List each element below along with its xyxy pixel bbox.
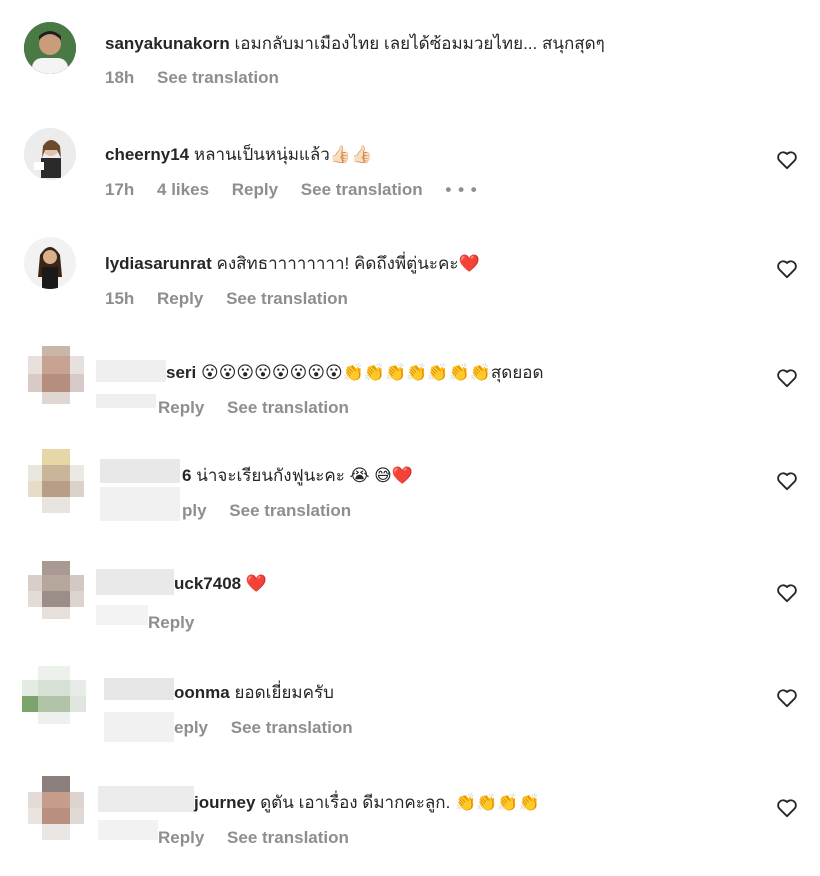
comment-time[interactable]: 17h [105,180,134,199]
comment-username[interactable]: seri [166,363,196,382]
heart-outline-icon[interactable] [776,798,798,818]
avatar[interactable] [28,449,84,513]
reply-button[interactable]: Reply [158,398,204,417]
heart-outline-icon[interactable] [776,583,798,603]
see-translation-link[interactable]: See translation [231,718,353,737]
more-dots-icon[interactable]: • • • [445,180,477,199]
reply-button[interactable]: Reply [232,180,278,199]
heart-outline-icon[interactable] [776,368,798,388]
comment-username[interactable]: uck7408 [174,574,241,593]
redacted-block [98,820,158,840]
redacted-block [98,786,194,812]
avatar[interactable] [22,666,86,724]
heart-outline-icon[interactable] [776,150,798,170]
comment-username[interactable]: cheerny14 [105,145,189,164]
comment-text: หลานเป็นหนุ่มแล้ว👍🏻👍🏻 [193,145,373,164]
comment-username[interactable]: lydiasarunrat [105,254,212,273]
comment-text: เอมกลับมาเมืองไทย เลยได้ซ้อมมวยไทย... สน… [234,34,605,53]
comment-username[interactable]: oonma [174,683,230,702]
comment-item: lydiasarunrat คงสิทธาาาาาาาา! คิดถึงพี่ต… [0,237,820,337]
comment-time[interactable]: 18h [105,68,134,87]
likes-count[interactable]: 4 likes [157,180,209,199]
reply-button[interactable]: eply [174,718,208,737]
reply-button[interactable]: Reply [158,828,204,847]
see-translation-link[interactable]: See translation [226,289,348,308]
reply-button[interactable]: Reply [157,289,203,308]
redacted-block [96,394,156,408]
comment-item: cheerny14 หลานเป็นหนุ่มแล้ว👍🏻👍🏻 17h 4 li… [0,128,820,228]
redacted-block [100,459,180,483]
redacted-block [96,569,174,595]
see-translation-link[interactable]: See translation [229,501,351,520]
comment-item: sanyakunakorn เอมกลับมาเมืองไทย เลยได้ซ้… [0,22,820,122]
comment-username[interactable]: sanyakunakorn [105,34,230,53]
reply-button[interactable]: Reply [148,613,194,632]
comment-text: 😮😮😮😮😮😮😮😮👏👏👏👏👏👏👏สุดยอด [200,363,544,382]
comment-text: น่าจะเรียนกังฟูนะคะ 😭 😅❤️ [196,466,414,485]
comment-item: uck7408 ❤️ Reply [0,561,820,661]
avatar[interactable] [28,776,84,840]
comment-text: คงสิทธาาาาาาาา! คิดถึงพี่ตู่นะคะ❤️ [216,254,480,273]
comment-item: seri 😮😮😮😮😮😮😮😮👏👏👏👏👏👏👏สุดยอด Reply See tra… [0,346,820,446]
comment-username[interactable]: 6 [182,466,191,485]
comment-text: ❤️ [245,574,268,593]
comment-item: journey ดูตัน เอาเรื่อง ดีมากคะลูก. 👏👏👏👏… [0,776,820,876]
redacted-block [104,712,174,742]
reply-button[interactable]: ply [182,501,207,520]
heart-outline-icon[interactable] [776,471,798,491]
see-translation-link[interactable]: See translation [157,68,279,87]
avatar[interactable] [24,22,76,74]
comment-item: 6 น่าจะเรียนกังฟูนะคะ 😭 😅❤️ ply See tran… [0,449,820,549]
redacted-block [104,678,174,700]
avatar[interactable] [28,561,84,619]
heart-outline-icon[interactable] [776,688,798,708]
see-translation-link[interactable]: See translation [227,398,349,417]
comment-item: oonma ยอดเยี่ยมครับ eply See translation [0,666,820,766]
comment-text: ดูตัน เอาเรื่อง ดีมากคะลูก. 👏👏👏👏 [260,793,540,812]
comment-text: ยอดเยี่ยมครับ [234,683,334,702]
see-translation-link[interactable]: See translation [227,828,349,847]
redacted-block [100,487,180,521]
avatar[interactable] [24,237,76,289]
redacted-block [96,360,166,382]
comment-username[interactable]: journey [194,793,255,812]
avatar[interactable] [28,346,84,404]
avatar[interactable] [24,128,76,180]
redacted-block [96,605,148,625]
comment-time[interactable]: 15h [105,289,134,308]
see-translation-link[interactable]: See translation [301,180,423,199]
heart-outline-icon[interactable] [776,259,798,279]
